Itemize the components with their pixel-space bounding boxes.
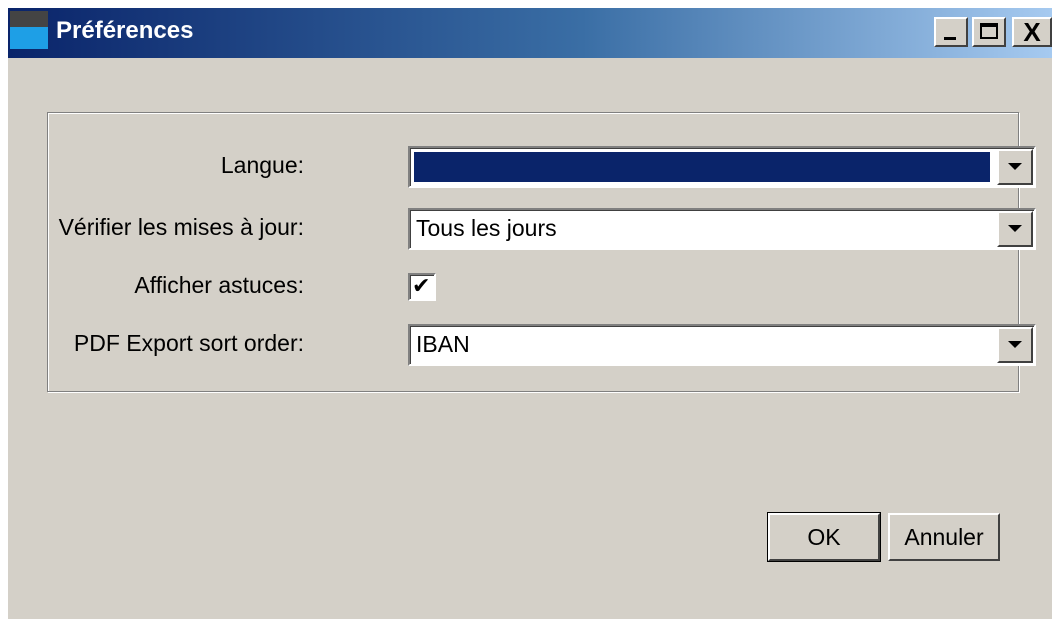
updates-dropdown-button[interactable] — [997, 211, 1033, 247]
chevron-down-icon — [1008, 225, 1022, 232]
tips-label: Afficher astuces: — [134, 272, 304, 298]
updates-value: Tous les jours — [416, 215, 557, 241]
maximize-icon — [980, 23, 998, 39]
language-label: Langue: — [220, 152, 304, 178]
chevron-down-icon — [1008, 341, 1022, 348]
checkmark-icon: ✔ — [412, 273, 431, 298]
cancel-button[interactable]: Annuler — [888, 513, 1000, 561]
pdf-sort-dropdown[interactable]: IBAN — [408, 324, 1036, 366]
updates-dropdown[interactable]: Tous les jours — [408, 208, 1036, 250]
chevron-down-icon — [1008, 163, 1022, 170]
minimize-icon — [944, 37, 956, 40]
ok-button[interactable]: OK — [767, 512, 881, 562]
pdf-sort-value: IBAN — [416, 331, 470, 357]
preferences-group: Langue: Vérifier les mises à jour: Tous … — [47, 112, 1036, 392]
language-selected-value — [414, 152, 990, 182]
tips-checkbox[interactable]: ✔ — [408, 273, 436, 301]
pdf-sort-dropdown-button[interactable] — [997, 327, 1033, 363]
app-icon — [10, 11, 48, 49]
language-dropdown[interactable] — [408, 146, 1036, 188]
title-bar[interactable]: Préférences X — [8, 8, 1052, 58]
preferences-window: Préférences X Langue: Vérifier les mises… — [8, 8, 1052, 619]
maximize-button[interactable] — [972, 17, 1006, 47]
language-dropdown-button[interactable] — [997, 149, 1033, 185]
close-icon: X — [1023, 17, 1041, 47]
minimize-button[interactable] — [934, 17, 968, 47]
pdf-sort-label: PDF Export sort order: — [73, 330, 304, 356]
window-title: Préférences — [56, 17, 194, 44]
close-button[interactable]: X — [1012, 17, 1052, 47]
updates-label: Vérifier les mises à jour: — [58, 214, 304, 240]
